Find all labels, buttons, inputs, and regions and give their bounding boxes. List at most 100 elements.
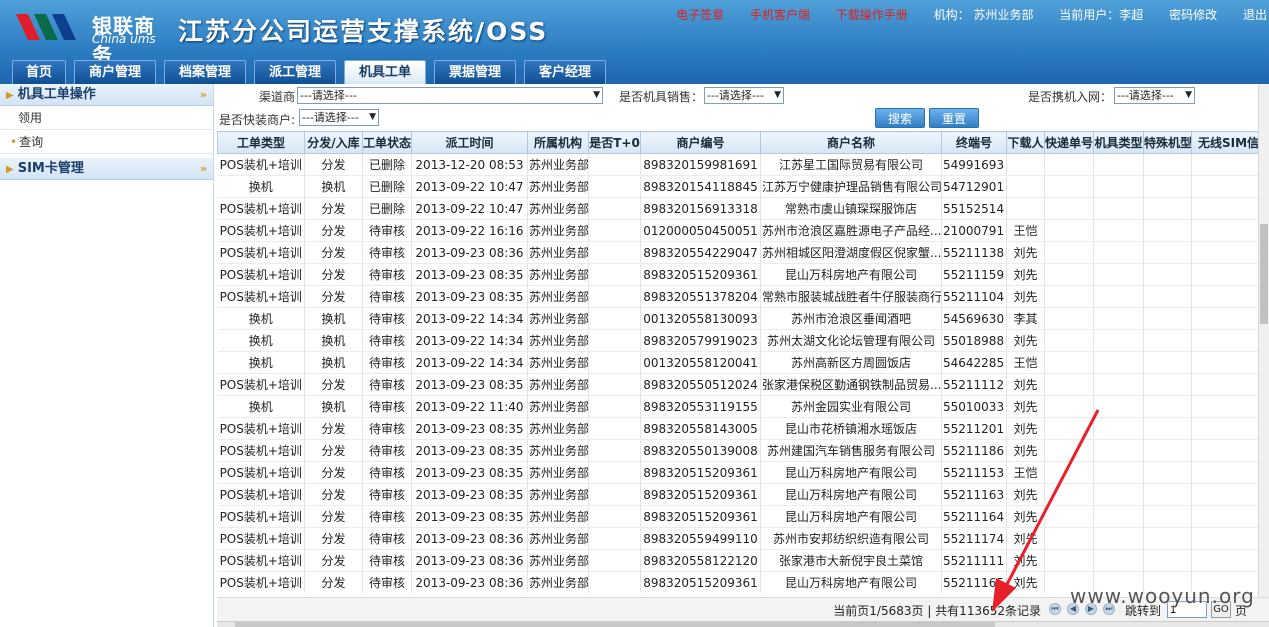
tab-terminal-order[interactable]: 机具工单 [344,60,426,84]
sidebar-item-query[interactable]: • 查询 [0,130,213,154]
order-type-cell: POS装机+培训 [217,219,305,242]
empty-cell [1044,241,1094,264]
dispatch-time-cell: 2013-09-23 08:35 [411,417,528,440]
t0-cell [588,351,641,374]
t0-cell [588,329,641,352]
status-cell: 待审核 [362,549,412,572]
table-row[interactable]: POS装机+培训 分发 待审核 2013-09-23 08:35 苏州业务部 898320… [217,439,1269,462]
table-row[interactable]: POS装机+培训 分发 待审核 2013-09-23 08:35 苏州业务部 898320… [217,505,1269,528]
org-cell: 苏州业务部 [527,439,589,462]
vertical-scrollbar[interactable] [1258,84,1269,597]
empty-cell [1044,505,1094,528]
merchant-id-cell: 001320558130093 [640,307,761,330]
dispatch-cell: 换机 [304,395,363,418]
empty-cell [1044,219,1094,242]
status-cell: 已删除 [362,197,412,220]
chevron-double-down-icon[interactable]: » [200,84,207,106]
tab-home[interactable]: 首页 [12,60,66,84]
table-row[interactable]: 换机 换机 待审核 2013-09-22 14:34 苏州业务部 001320558120… [217,351,1269,374]
table-row[interactable]: POS装机+培训 分发 待审核 2013-09-23 08:35 苏州业务部 898320… [217,263,1269,286]
tab-archive[interactable]: 档案管理 [164,60,246,84]
fast-install-select[interactable]: ---请选择--- ▼ [299,109,379,126]
dispatch-cell: 分发 [304,263,363,286]
empty-cell [1093,527,1144,550]
table-row[interactable]: 换机 换机 待审核 2013-09-22 14:34 苏州业务部 898320579919… [217,329,1269,352]
chevron-double-down-icon[interactable]: » [200,158,207,180]
reset-button[interactable]: 重置 [929,108,979,128]
order-type-cell: POS装机+培训 [217,439,305,462]
scroll-thumb[interactable] [235,622,995,627]
change-password-link[interactable]: 密码修改 [1169,6,1217,23]
download-manual-link[interactable]: 下载操作手册 [836,6,908,23]
fast-install-select-value: ---请选择--- [302,111,359,124]
t0-cell [588,571,641,593]
table-row[interactable]: 换机 换机 待审核 2013-09-22 14:34 苏州业务部 001320558130… [217,307,1269,330]
empty-cell [1143,329,1192,352]
terminal-id-cell: 55211163 [941,483,1007,506]
table-row[interactable]: 换机 换机 已删除 2013-09-22 10:47 苏州业务部 898320154118… [217,175,1269,198]
status-cell: 待审核 [362,307,412,330]
column-header: 商户编号 [640,131,761,154]
merchant-name-cell: 常熟市服装城战胜者牛仔服装商行 [760,285,942,308]
table-row[interactable]: POS装机+培训 分发 待审核 2013-09-23 08:36 苏州业务部 898320… [217,549,1269,572]
merchant-id-cell: 898320515209361 [640,461,761,484]
scroll-thumb[interactable] [1260,224,1268,324]
table-header-row: 工单类型 分发/入库 工单状态 派工时间 所属机构 是否T+0 商户编号 商户名称 终端号 下载人… [217,131,1269,154]
tab-account-manager[interactable]: 客户经理 [524,60,606,84]
terminal-id-cell: 21000791 [941,219,1007,242]
order-type-cell: POS装机+培训 [217,417,305,440]
status-cell: 待审核 [362,439,412,462]
table-row[interactable]: POS装机+培训 分发 待审核 2013-09-22 16:16 苏州业务部 012000… [217,219,1269,242]
empty-cell [1093,439,1144,462]
search-button[interactable]: 搜索 [875,108,925,128]
org-cell: 苏州业务部 [527,417,589,440]
table-row[interactable]: POS装机+培训 分发 已删除 2013-09-22 10:47 苏州业务部 898320… [217,197,1269,220]
logout-link[interactable]: 退出 [1243,6,1267,23]
table-row[interactable]: POS装机+培训 分发 待审核 2013-09-23 08:35 苏州业务部 898320… [217,461,1269,484]
sidebar-section-terminal[interactable]: ▶ 机具工单操作 » [0,84,213,106]
terminal-id-cell: 55211174 [941,527,1007,550]
channel-select[interactable]: ---请选择--- ▼ [297,87,603,104]
terminal-id-cell: 54642285 [941,351,1007,374]
tab-merchant[interactable]: 商户管理 [74,60,156,84]
horizontal-scrollbar[interactable] [217,621,1269,627]
empty-cell [1093,153,1144,176]
sidebar-item-receive[interactable]: 领用 [0,106,213,130]
tab-receipt[interactable]: 票据管理 [434,60,516,84]
terminal-id-cell: 55211201 [941,417,1007,440]
table-row[interactable]: POS装机+培训 分发 待审核 2013-09-23 08:35 苏州业务部 898320… [217,373,1269,396]
esign-link[interactable]: 电子签章 [676,6,724,23]
table-row[interactable]: POS装机+培训 分发 待审核 2013-09-23 08:35 苏州业务部 898320… [217,417,1269,440]
empty-cell [1093,373,1144,396]
table-row[interactable]: POS装机+培训 分发 待审核 2013-09-23 08:35 苏州业务部 898320… [217,483,1269,506]
portable-select[interactable]: ---请选择--- ▼ [1114,87,1195,104]
table-row[interactable]: 换机 换机 待审核 2013-09-22 11:40 苏州业务部 898320553119… [217,395,1269,418]
merchant-name-cell: 常熟市虞山镇琛琛服饰店 [760,197,942,220]
table-row[interactable]: POS装机+培训 分发 待审核 2013-09-23 08:36 苏州业务部 898320… [217,527,1269,550]
empty-cell [1093,329,1144,352]
sidebar-section-sim[interactable]: ▶ SIM卡管理 » [0,158,213,180]
pos-sale-select[interactable]: ---请选择--- ▼ [704,87,784,104]
empty-cell [1143,505,1192,528]
empty-cell [1044,549,1094,572]
empty-cell [1143,241,1192,264]
pos-sale-select-value: ---请选择--- [707,89,764,102]
order-type-cell: POS装机+培训 [217,483,305,506]
terminal-id-cell: 55211153 [941,461,1007,484]
table-row[interactable]: POS装机+培训 分发 已删除 2013-12-20 08:53 苏州业务部 898320… [217,153,1269,176]
mobile-client-link[interactable]: 手机客户端 [750,6,810,23]
merchant-name-cell: 昆山万科房地产有限公司 [760,571,942,593]
table-row[interactable]: POS装机+培训 分发 待审核 2013-09-23 08:36 苏州业务部 898320… [217,241,1269,264]
org-cell: 苏州业务部 [527,263,589,286]
tab-dispatch[interactable]: 派工管理 [254,60,336,84]
org-info: 机构： 苏州业务部 [933,8,1034,22]
t0-cell [588,153,641,176]
dispatch-cell: 分发 [304,505,363,528]
empty-cell [1143,307,1192,330]
first-page-icon[interactable]: ⏮ [1049,603,1061,615]
dispatch-cell: 分发 [304,241,363,264]
dispatch-time-cell: 2013-09-23 08:35 [411,263,528,286]
dropdown-arrow-icon: ▼ [1185,90,1192,100]
dispatch-time-cell: 2013-09-23 08:35 [411,461,528,484]
table-row[interactable]: POS装机+培训 分发 待审核 2013-09-23 08:35 苏州业务部 898320… [217,285,1269,308]
